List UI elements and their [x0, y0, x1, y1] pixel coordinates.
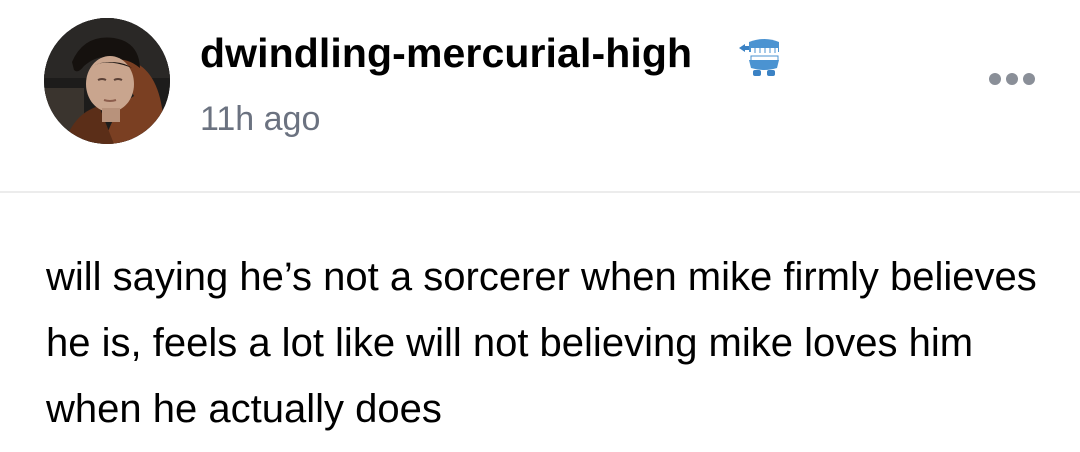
more-options-icon-dot [1006, 73, 1018, 85]
username[interactable]: dwindling-mercurial-high [200, 28, 692, 78]
more-options-icon-dot [1023, 73, 1035, 85]
post-card: dwindling-mercurial-high 11h ago will sa… [0, 0, 1080, 452]
avatar-image [44, 18, 170, 144]
post-text: will saying he’s not a sorcerer when mik… [46, 255, 1037, 431]
avatar[interactable] [44, 18, 170, 144]
chattering-teeth-icon [737, 34, 783, 80]
post-header: dwindling-mercurial-high 11h ago [0, 0, 1080, 193]
more-options-button[interactable] [984, 62, 1040, 96]
more-options-icon [989, 73, 1001, 85]
post-timestamp: 11h ago [200, 100, 321, 138]
